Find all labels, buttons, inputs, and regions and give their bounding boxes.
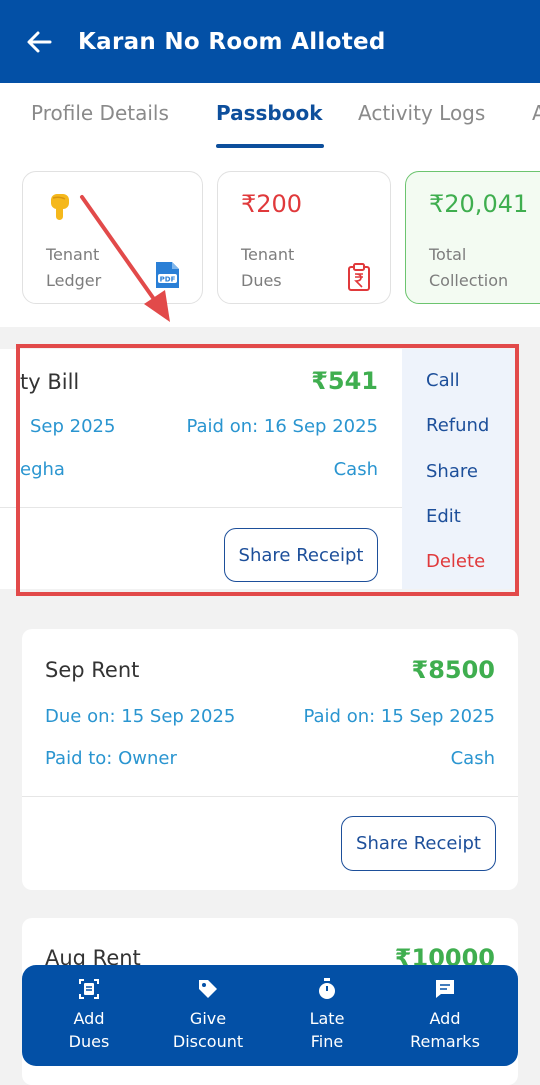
refund-action[interactable]: Refund — [426, 415, 489, 436]
tenant-dues-card[interactable]: ₹200 Tenant Dues — [217, 171, 391, 304]
clipboard-rupee-icon — [346, 262, 372, 296]
transaction-amount: ₹541 — [311, 367, 378, 395]
tenant-dues-label: Tenant Dues — [241, 245, 295, 290]
tab-bar: Profile Details Passbook Activity Logs A — [0, 83, 540, 150]
transaction-card[interactable]: ty Bill ₹541 Sep 2025 Paid on: 16 Sep 20… — [0, 349, 402, 589]
edit-action[interactable]: Edit — [426, 506, 461, 527]
pointing-hand-icon — [47, 192, 75, 226]
total-collection-amount: ₹20,041 — [429, 190, 529, 218]
receipt-scan-icon — [79, 979, 99, 999]
total-collection-card[interactable]: ₹20,041 Total Collection — [405, 171, 540, 304]
transaction-name: ty Bill — [20, 370, 80, 394]
paid-on-date: Paid on: 15 Sep 2025 — [303, 706, 495, 727]
paid-to: egha — [20, 459, 65, 480]
summary-cards: Tenant Ledger PDF ₹200 Tenant Dues ₹20,0… — [0, 150, 540, 327]
transaction-card[interactable]: Sep Rent ₹8500 Due on: 15 Sep 2025 Paid … — [22, 629, 518, 890]
add-remarks-button[interactable]: Add Remarks — [383, 977, 507, 1053]
late-fine-button[interactable]: Late Fine — [265, 977, 389, 1053]
share-receipt-button[interactable]: Share Receipt — [341, 816, 496, 871]
bottom-action-bar: Add Dues Give Discount Late Fine Add Remarks — [22, 965, 518, 1066]
due-date: Sep 2025 — [30, 416, 116, 437]
transaction-amount: ₹8500 — [411, 656, 496, 684]
arrow-left-icon — [27, 31, 52, 52]
payment-mode: Cash — [333, 459, 378, 480]
swipe-actions-panel: Call Refund Share Edit Delete — [402, 349, 517, 589]
tag-icon — [199, 980, 217, 998]
tab-activity-logs[interactable]: Activity Logs — [358, 101, 485, 125]
active-tab-indicator — [216, 144, 324, 148]
paid-on-date: Paid on: 16 Sep 2025 — [186, 416, 378, 437]
tenant-dues-amount: ₹200 — [241, 190, 303, 218]
due-date: Due on: 15 Sep 2025 — [45, 706, 236, 727]
tab-profile-details[interactable]: Profile Details — [31, 101, 169, 125]
tab-passbook[interactable]: Passbook — [216, 101, 323, 125]
comment-icon — [436, 980, 454, 998]
card-divider — [0, 507, 402, 508]
add-dues-button[interactable]: Add Dues — [27, 977, 151, 1053]
tab-partial[interactable]: A — [532, 101, 540, 125]
tenant-ledger-card[interactable]: Tenant Ledger PDF — [22, 171, 203, 304]
tenant-ledger-label: Tenant Ledger — [46, 245, 102, 290]
give-discount-button[interactable]: Give Discount — [146, 977, 270, 1053]
page-title: Karan No Room Alloted — [78, 28, 386, 55]
transaction-name: Sep Rent — [45, 658, 140, 682]
paid-to: Paid to: Owner — [45, 748, 177, 769]
call-action[interactable]: Call — [426, 370, 460, 391]
back-button[interactable] — [0, 0, 78, 83]
card-divider — [22, 796, 518, 797]
pdf-icon: PDF — [153, 260, 181, 294]
payment-mode: Cash — [450, 748, 495, 769]
svg-text:PDF: PDF — [160, 276, 176, 284]
total-collection-label: Total Collection — [429, 245, 509, 290]
delete-action[interactable]: Delete — [426, 551, 485, 572]
app-bar: Karan No Room Alloted — [0, 0, 540, 83]
share-action[interactable]: Share — [426, 461, 478, 482]
share-receipt-button[interactable]: Share Receipt — [224, 528, 378, 582]
stopwatch-icon — [319, 978, 335, 999]
